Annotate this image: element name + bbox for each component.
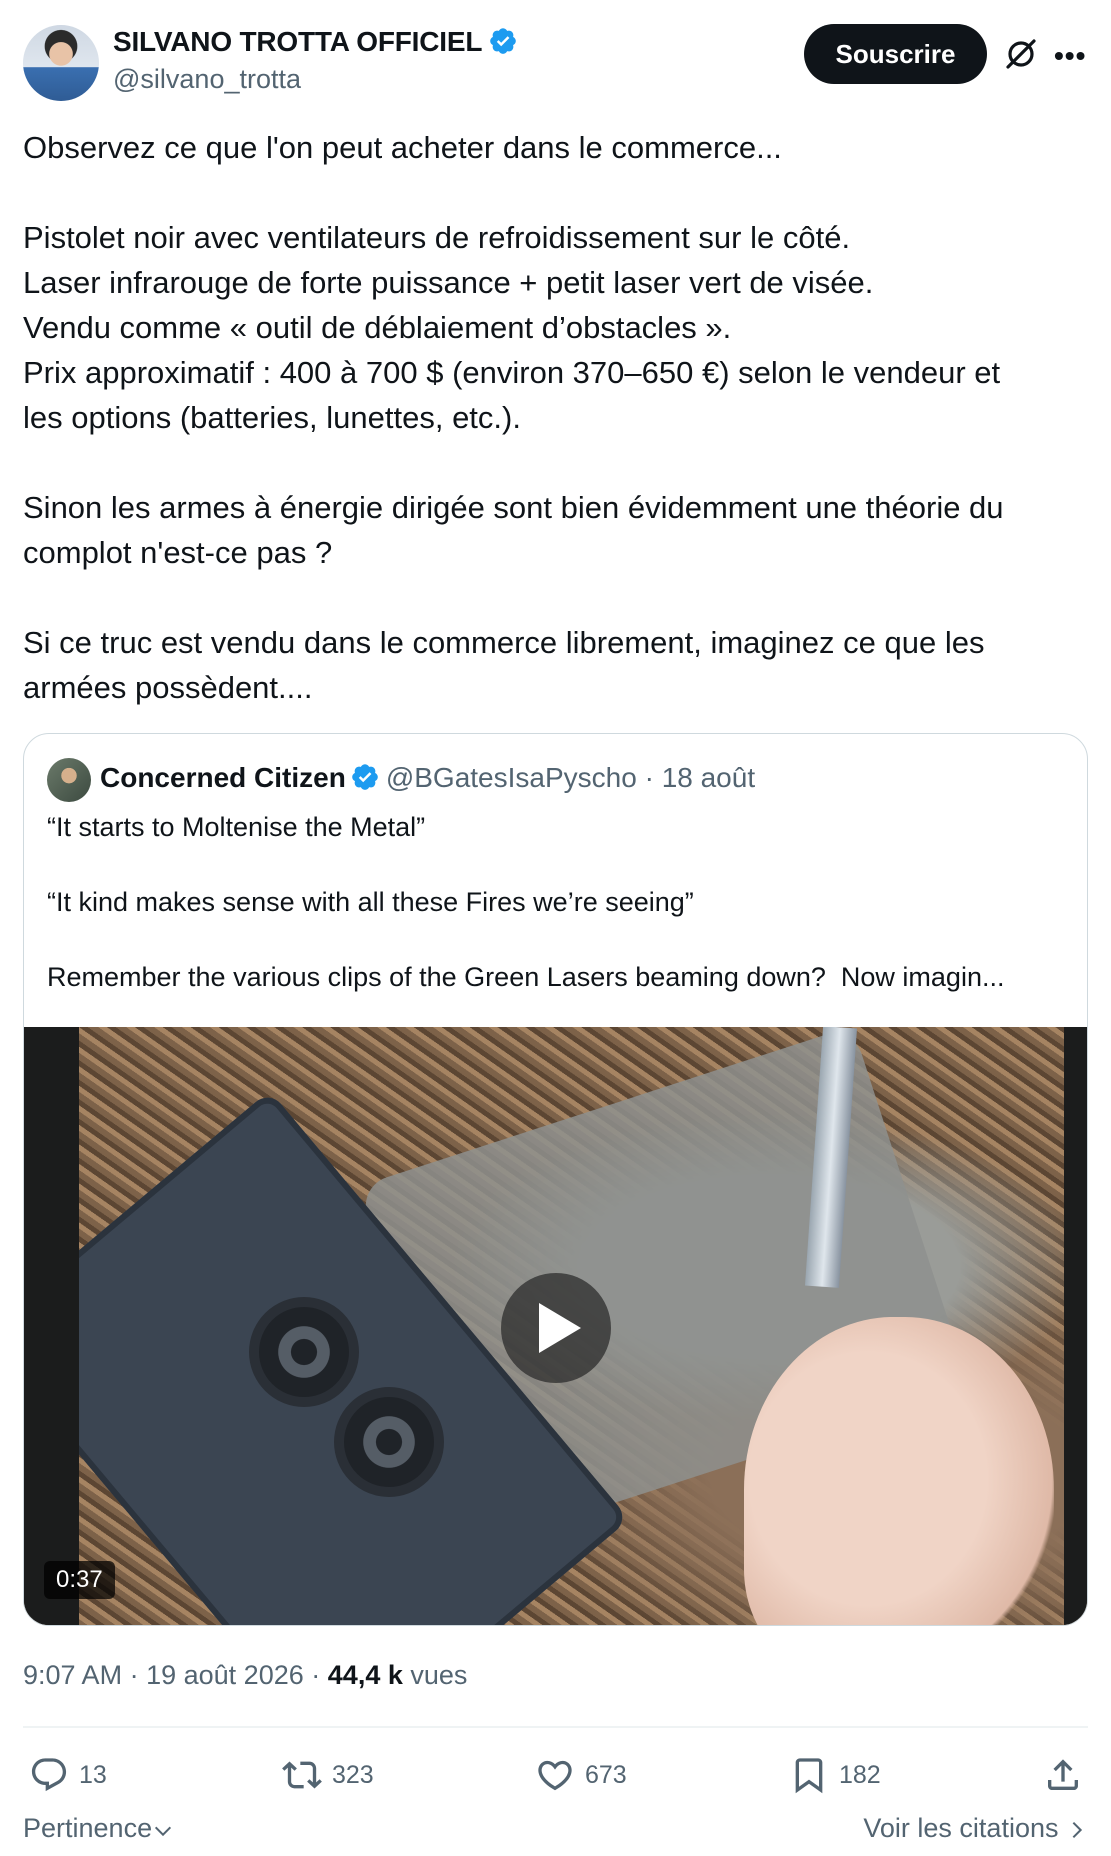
views-count: 44,4 k [327, 1660, 403, 1690]
chevron-down-icon [155, 1826, 172, 1837]
view-quotes-label: Voir les citations [863, 1813, 1059, 1843]
share-button[interactable] [1043, 1750, 1093, 1800]
quote-text: “It starts to Moltenise the Metal” “It k… [47, 809, 1067, 997]
verified-badge-icon [352, 764, 378, 790]
views-label: vues [410, 1660, 468, 1690]
paragraph-spacer [23, 575, 1093, 620]
video-thumbnail-hand [744, 1317, 1054, 1625]
bookmark-button[interactable]: 182 [789, 1750, 881, 1800]
like-count: 673 [585, 1760, 627, 1789]
tweet-paragraph: Observez ce que l'on peut acheter dans l… [23, 130, 782, 165]
quote-author-name[interactable]: Concerned Citizen [100, 762, 346, 793]
quote-author-handle[interactable]: @BGatesIsaPyscho [386, 762, 637, 793]
tweet-time[interactable]: 9:07 AM [23, 1660, 122, 1690]
author-name[interactable]: SILVANO TROTTA OFFICIEL [113, 26, 482, 57]
tweet-paragraph: Sinon les armes à énergie dirigée sont b… [23, 490, 1004, 570]
verified-badge-icon [490, 28, 517, 54]
action-bar: 13 323 673 182 [23, 1750, 1088, 1800]
quote-header: Concerned Citizen @BGatesIsaPyscho · 18 a… [100, 762, 755, 794]
video-duration: 0:37 [44, 1561, 115, 1599]
bookmark-icon [795, 1758, 823, 1794]
retweet-count: 323 [332, 1760, 374, 1789]
tweet-paragraph: Pistolet noir avec ventilateurs de refro… [23, 220, 1001, 435]
paragraph-spacer [47, 847, 1067, 885]
quote-paragraph: “It kind makes sense with all these Fire… [47, 887, 694, 917]
reply-button[interactable]: 13 [29, 1750, 107, 1800]
separator-dot: · [644, 762, 654, 793]
paragraph-spacer [23, 440, 1093, 485]
tweet-timestamp: 9:07 AM · 19 août 2026 · 44,4 k vues [23, 1660, 467, 1691]
video-thumbnail-fan [334, 1387, 444, 1497]
retweet-icon [282, 1761, 322, 1789]
video-thumbnail-edge [24, 1027, 79, 1625]
reply-icon [31, 1758, 67, 1792]
tweet-text: Observez ce que l'on peut acheter dans l… [23, 125, 1093, 710]
tweet-paragraph: Si ce truc est vendu dans le commerce li… [23, 625, 985, 705]
more-icon[interactable]: ••• [1054, 40, 1090, 71]
grok-icon[interactable] [1003, 36, 1039, 72]
separator-dot: · [311, 1660, 321, 1690]
paragraph-spacer [47, 922, 1067, 960]
video-thumbnail-fan [249, 1297, 359, 1407]
quote-author-avatar[interactable] [47, 758, 91, 802]
quote-paragraph: Remember the various clips of the Green … [47, 962, 1005, 992]
separator-dot: · [129, 1660, 139, 1690]
view-quotes-link[interactable]: Voir les citations [863, 1813, 1088, 1844]
author-avatar[interactable] [23, 25, 99, 101]
heart-icon [538, 1760, 572, 1791]
sort-label: Pertinence [23, 1813, 153, 1843]
sort-dropdown[interactable]: Pertinence [23, 1813, 174, 1844]
author-name-row[interactable]: SILVANO TROTTA OFFICIEL [113, 26, 518, 58]
video-thumbnail-edge [1064, 1027, 1087, 1625]
quoted-tweet[interactable]: Concerned Citizen @BGatesIsaPyscho · 18 a… [23, 733, 1088, 1626]
reply-count: 13 [79, 1760, 107, 1789]
tweet-date[interactable]: 19 août 2026 [146, 1660, 304, 1690]
retweet-button[interactable]: 323 [282, 1750, 374, 1800]
share-icon [1048, 1759, 1078, 1790]
author-handle[interactable]: @silvano_trotta [113, 64, 301, 95]
like-button[interactable]: 673 [535, 1750, 627, 1800]
play-icon [539, 1303, 581, 1353]
paragraph-spacer [23, 170, 1093, 215]
quote-paragraph: “It starts to Moltenise the Metal” [47, 812, 426, 842]
play-button[interactable] [501, 1273, 611, 1383]
quote-date[interactable]: 18 août [662, 762, 755, 793]
chevron-right-icon [1072, 1821, 1083, 1839]
replies-toolbar: Pertinence Voir les citations [23, 1813, 1088, 1853]
tweet-header: SILVANO TROTTA OFFICIEL @silvano_trotta … [0, 0, 1111, 110]
video-player[interactable]: 0:37 [24, 1027, 1087, 1625]
bookmark-count: 182 [839, 1760, 881, 1789]
divider [23, 1726, 1088, 1728]
subscribe-button[interactable]: Souscrire [804, 24, 987, 84]
